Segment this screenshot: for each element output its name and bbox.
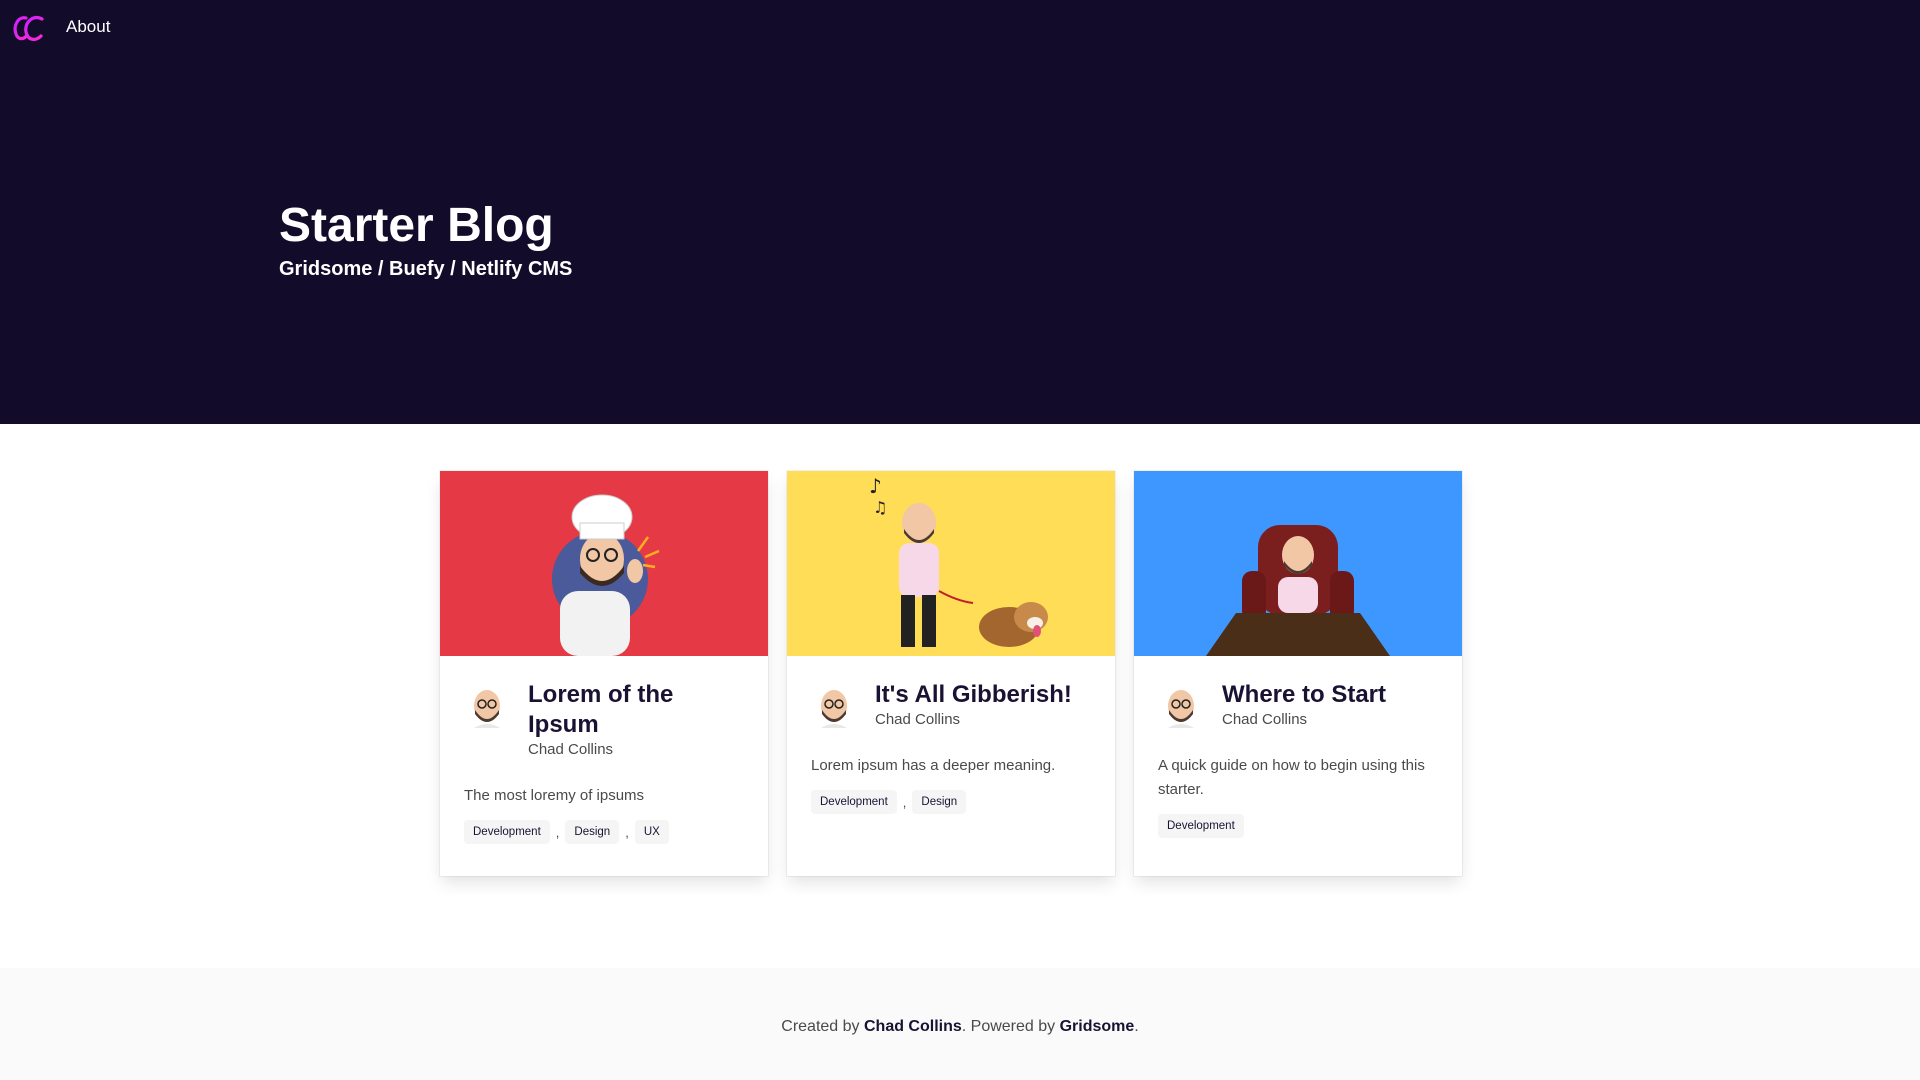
top-navbar: About [0,0,1920,56]
tag-separator: , [625,824,629,840]
tag-ux[interactable]: UX [634,820,669,844]
post-meta: Where to Start Chad Collins [1158,680,1438,730]
post-title[interactable]: It's All Gibberish! [875,680,1072,710]
post-author: Chad Collins [875,711,961,728]
post-tags: Development , Design [811,790,1091,814]
post-heading: Lorem of the Ipsum Chad Collins [528,680,744,760]
post-card[interactable]: ♪ ♫ It's All Gibberish! Chad Collins Lor… [787,471,1115,876]
post-title[interactable]: Where to Start [1222,680,1386,710]
post-title[interactable]: Lorem of the Ipsum [528,680,744,740]
footer-created-by: Created by [781,1018,864,1035]
tag-development[interactable]: Development [1158,814,1244,838]
post-card-content: Lorem of the Ipsum Chad Collins The most… [440,656,768,868]
post-author: Chad Collins [528,741,614,758]
footer-period: . [1134,1018,1139,1035]
post-heading: It's All Gibberish! Chad Collins [875,680,1072,730]
post-card-content: Where to Start Chad Collins A quick guid… [1134,656,1462,862]
footer-author-link[interactable]: Chad Collins [864,1018,962,1035]
page-subtitle: Gridsome / Buefy / Netlify CMS [279,258,573,280]
page-title: Starter Blog [279,199,554,252]
post-meta: It's All Gibberish! Chad Collins [811,680,1091,730]
tag-design[interactable]: Design [912,790,967,814]
tag-separator: , [555,824,560,840]
hero-section: About Starter Blog Gridsome / Buefy / Ne… [0,0,1920,424]
post-card[interactable]: Lorem of the Ipsum Chad Collins The most… [440,471,768,876]
footer-powered-by: . Powered by [961,1018,1060,1035]
cc-logo-icon[interactable] [10,10,46,46]
tag-development[interactable]: Development [464,820,550,844]
post-list: Lorem of the Ipsum Chad Collins The most… [440,471,1462,876]
dog-walk-illustration: ♪ ♫ [787,471,1115,656]
post-meta: Lorem of the Ipsum Chad Collins [464,680,744,760]
post-description: A quick guide on how to begin using this… [1158,757,1425,798]
armchair-illustration [1134,471,1462,656]
author-avatar [811,684,857,730]
footer-credits: Created by Chad Collins. Powered by Grid… [0,1018,1920,1036]
post-tags: Development , Design , UX [464,820,744,844]
post-heading: Where to Start Chad Collins [1222,680,1386,730]
page-footer: Created by Chad Collins. Powered by Grid… [0,968,1920,1080]
post-cover-image[interactable] [1134,471,1462,656]
author-avatar [1158,684,1204,730]
chef-illustration [440,471,768,656]
post-cover-image[interactable] [440,471,768,656]
author-avatar [464,684,510,730]
post-cover-image[interactable]: ♪ ♫ [787,471,1115,656]
post-card[interactable]: Where to Start Chad Collins A quick guid… [1134,471,1462,876]
tag-separator: , [902,794,907,810]
post-author: Chad Collins [1222,711,1308,728]
tag-development[interactable]: Development [811,790,897,814]
post-description: The most loremy of ipsums [464,787,645,804]
tag-design[interactable]: Design [565,820,620,844]
svg-text:♪: ♪ [869,474,882,498]
nav-about-link[interactable]: About [66,17,110,37]
post-tags: Development [1158,814,1438,838]
post-card-content: It's All Gibberish! Chad Collins Lorem i… [787,656,1115,838]
post-description: Lorem ipsum has a deeper meaning. [811,757,1056,774]
footer-gridsome-link[interactable]: Gridsome [1060,1018,1135,1035]
svg-text:♫: ♫ [873,498,887,517]
